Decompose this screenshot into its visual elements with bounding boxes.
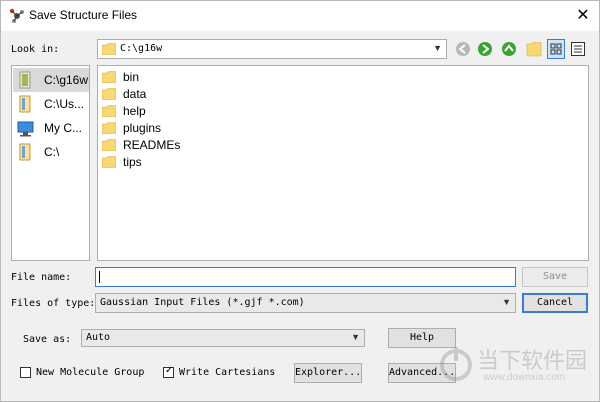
places-sidebar: C:\g16w C:\Us... My C... C:\: [11, 65, 90, 261]
sidebar-item-label: C:\: [44, 145, 60, 159]
sidebar-item-g16w[interactable]: C:\g16w: [13, 68, 89, 92]
write-cartesians-checkbox[interactable]: ✓: [163, 365, 174, 378]
save-as-label: Save as:: [23, 334, 72, 345]
file-name: tips: [123, 155, 142, 169]
save-as-select[interactable]: Auto ▼: [81, 329, 365, 347]
watermark-logo-icon: [440, 347, 472, 381]
file-name: bin: [123, 70, 140, 84]
save-as-value: Auto: [86, 332, 111, 343]
window-title: Save Structure Files: [29, 8, 138, 22]
close-icon: ✕: [576, 7, 590, 24]
files-of-type-value: Gaussian Input Files (*.gjf *.com): [100, 297, 305, 308]
checkmark-icon: ✓: [165, 365, 174, 376]
new-molecule-group-checkbox[interactable]: [20, 367, 31, 378]
chevron-down-icon: ▼: [351, 332, 360, 342]
sidebar-item-users[interactable]: C:\Us...: [13, 92, 89, 116]
detail-view-icon[interactable]: [571, 42, 585, 56]
folder-icon: [19, 71, 31, 89]
app-icon: [9, 8, 24, 23]
file-list: bin data help plugins READMEs tips: [97, 65, 589, 261]
chevron-down-icon: ▼: [502, 297, 511, 307]
files-of-type-label: Files of type:: [11, 298, 96, 309]
sidebar-item-label: C:\Us...: [44, 97, 85, 111]
file-name: READMEs: [123, 138, 181, 152]
file-name: plugins: [123, 121, 162, 135]
sidebar-item-my-computer[interactable]: My C...: [13, 116, 89, 140]
sidebar-item-label: C:\g16w: [44, 73, 89, 87]
folder-icon: [102, 105, 116, 117]
forward-icon[interactable]: [477, 41, 493, 57]
watermark-url: www.downxia.com: [483, 372, 566, 383]
file-name: data: [123, 87, 147, 101]
list-view-icon: [550, 43, 562, 55]
new-molecule-group-label: New Molecule Group: [36, 367, 145, 378]
folder-icon: [19, 143, 31, 161]
look-in-combo[interactable]: C:\g16w ▼: [97, 39, 447, 59]
close-button[interactable]: ✕: [573, 6, 593, 26]
list-view-button[interactable]: [547, 39, 565, 59]
cancel-button[interactable]: Cancel: [522, 293, 588, 313]
folder-icon: [102, 122, 116, 134]
new-folder-icon[interactable]: [526, 41, 542, 57]
save-button[interactable]: Save: [522, 267, 588, 287]
computer-icon: [17, 121, 34, 137]
text-cursor: [99, 271, 100, 283]
chevron-down-icon: ▼: [433, 43, 442, 53]
explorer-button[interactable]: Explorer...: [294, 363, 362, 383]
up-folder-icon[interactable]: [501, 41, 517, 57]
look-in-value: C:\g16w: [120, 43, 163, 54]
save-structure-dialog: Save Structure Files ✕ Look in: C:\g16w …: [0, 0, 600, 402]
folder-icon: [102, 88, 116, 100]
sidebar-item-drive-c[interactable]: C:\: [13, 140, 89, 164]
folder-icon: [102, 71, 116, 83]
file-name-input[interactable]: [95, 267, 516, 287]
watermark: 当下软件园 www.downxia.com: [439, 341, 599, 401]
watermark-text: 当下软件园: [477, 349, 588, 374]
write-cartesians-label: Write Cartesians: [179, 367, 276, 378]
folder-icon: [19, 95, 31, 113]
files-of-type-select[interactable]: Gaussian Input Files (*.gjf *.com) ▼: [95, 293, 516, 313]
look-in-label: Look in:: [11, 44, 60, 55]
folder-icon: [102, 156, 116, 168]
title-bar: Save Structure Files ✕: [1, 1, 599, 31]
back-icon[interactable]: [455, 41, 471, 57]
sidebar-item-label: My C...: [44, 121, 82, 135]
file-name-label: File name:: [11, 272, 72, 283]
file-name: help: [123, 104, 146, 118]
folder-icon: [102, 43, 116, 55]
folder-icon: [102, 139, 116, 151]
